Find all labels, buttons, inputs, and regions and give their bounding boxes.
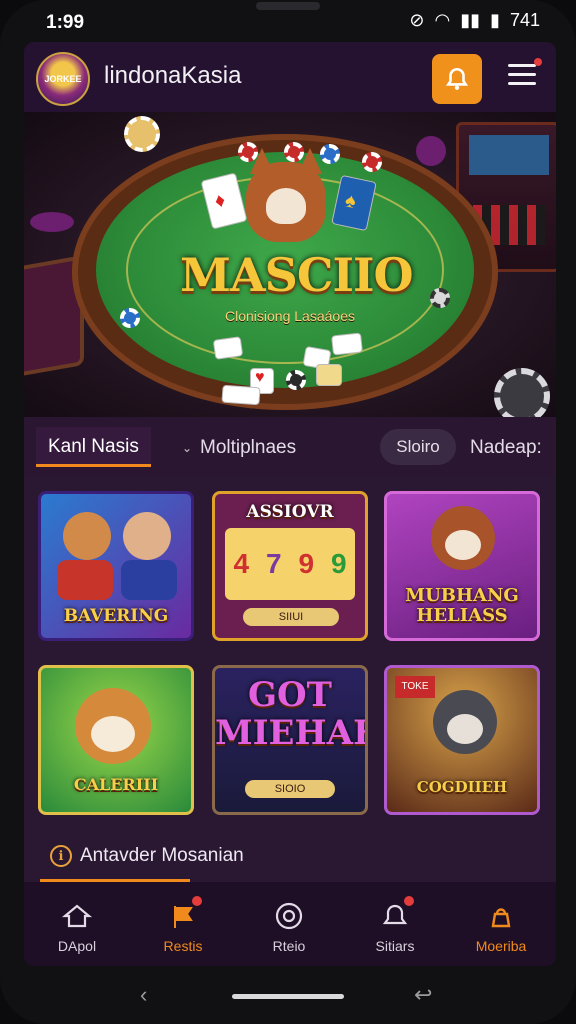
poker-chip — [238, 142, 258, 162]
game-title: COGDIIEH — [416, 778, 508, 796]
floating-chip — [124, 116, 160, 152]
slot-button: SIIUI — [243, 608, 339, 626]
poker-chip — [430, 288, 450, 308]
game-tile-caleriii[interactable]: CALERIII — [38, 665, 194, 815]
nav-label: Restis — [163, 938, 203, 954]
status-time: 1:99 — [46, 12, 85, 33]
large-poker-chip — [494, 368, 550, 417]
logo-text: JORKEE — [44, 74, 82, 84]
game-title: CALERIII — [73, 775, 159, 794]
app-header: JORKEE lindonaKasia — [24, 42, 556, 112]
reel-symbol: 9 — [330, 548, 347, 579]
background-stool — [30, 212, 74, 232]
nav-label: Sitiars — [375, 938, 415, 954]
home-indicator[interactable] — [232, 994, 344, 999]
playing-card — [221, 384, 261, 406]
playing-card — [331, 332, 363, 356]
tab-kanl-nasis[interactable]: Kanl Nasis — [36, 427, 151, 467]
character-art — [121, 560, 177, 600]
game-title: ASSIOVR — [246, 502, 334, 522]
status-bar: 1:99 ⊘ ◠ ▮▮ ▮ 741 — [0, 0, 576, 44]
machine-screen — [469, 135, 549, 175]
nav-item-rteio[interactable]: Rteio — [236, 882, 342, 966]
tab-sloiro[interactable]: Sloiro — [380, 429, 456, 465]
nav-label: Rteio — [272, 938, 306, 954]
tab-nadeap[interactable]: Nadeap: — [470, 437, 542, 459]
nav-label: DApol — [57, 938, 97, 954]
game-badge: TOKE — [395, 676, 435, 698]
game-tile-mubhang-heliass[interactable]: MUBHANG HELIASS — [384, 491, 540, 641]
status-icons: ⊘ ◠ ▮▮ ▮ 741 — [409, 10, 540, 31]
poker-chip — [286, 370, 306, 390]
character-art — [63, 512, 111, 560]
app-screen: JORKEE lindonaKasia ♦ ♠ MASCIIO Clonisio… — [24, 42, 556, 966]
section-header[interactable]: ℹ Antavder Mosanian — [24, 817, 556, 882]
info-icon: ℹ — [50, 845, 72, 867]
nav-item-restis[interactable]: Restis — [130, 882, 236, 966]
recents-icon[interactable]: ↩ — [414, 982, 432, 1008]
category-tabs: Kanl Nasis ⌄ Moltiplnaes Sloiro Nadeap: — [24, 417, 556, 477]
play-button: SIOIO — [245, 780, 335, 798]
menu-line — [508, 73, 536, 76]
menu-notification-dot — [534, 58, 542, 66]
playing-card — [316, 364, 342, 386]
nav-label: Moeriba — [475, 938, 527, 954]
alarm-icon: ⊘ — [409, 10, 425, 30]
wolf-face — [447, 714, 483, 744]
app-logo[interactable]: JORKEE — [36, 52, 90, 106]
fox-face — [91, 716, 135, 752]
reel-symbol: 7 — [265, 548, 282, 579]
bell-icon — [445, 67, 469, 90]
section-title: Antavder Mosanian — [80, 845, 244, 866]
chevron-down-icon[interactable]: ⌄ — [182, 441, 192, 455]
home-icon — [61, 904, 93, 928]
nav-item-sitiars[interactable]: Sitiars — [342, 882, 448, 966]
game-title: BAVERING — [63, 606, 169, 626]
app-title: lindonaKasia — [104, 62, 242, 89]
game-grid: BAVERING ASSIOVR 4 7 9 9 SIIUI MUBHANG H… — [24, 477, 556, 817]
game-tile-assiovr[interactable]: ASSIOVR 4 7 9 9 SIIUI — [212, 491, 368, 641]
back-icon[interactable]: ‹ — [140, 982, 147, 1008]
game-tile-got-miehakk[interactable]: GOT MIEHAKK SIOIO — [212, 665, 368, 815]
signal-icon: ▮▮ — [460, 10, 481, 30]
nav-item-dapol[interactable]: DApol — [24, 882, 130, 966]
reel-symbol: 9 — [298, 548, 315, 579]
bottom-nav: DApol Restis Rteio Sitiars Moeriba — [24, 882, 556, 966]
menu-line — [508, 64, 536, 67]
status-battery-text: 741 — [509, 10, 540, 30]
hero-subtitle: Clonisiong Lasaáoes — [225, 308, 355, 324]
nav-notification-dot — [192, 896, 202, 906]
battery-icon: ▮ — [490, 10, 500, 30]
game-tile-cogdiieh[interactable]: TOKE COGDIIEH — [384, 665, 540, 815]
character-art — [123, 512, 171, 560]
menu-button[interactable] — [508, 58, 542, 90]
nav-item-moeriba[interactable]: Moeriba — [448, 882, 554, 966]
dog-mascot — [246, 148, 326, 242]
nav-notification-dot — [404, 896, 414, 906]
dog-face — [445, 530, 481, 560]
hero-banner[interactable]: ♦ ♠ MASCIIO Clonisiong Lasaáoes ♥ — [24, 112, 556, 417]
game-title: GOT MIEHAKK — [215, 675, 365, 753]
poker-chip — [120, 308, 140, 328]
poker-chip — [362, 152, 382, 172]
playing-card — [212, 336, 244, 360]
character-art — [57, 560, 113, 600]
background-stool — [416, 136, 446, 166]
notifications-button[interactable] — [432, 54, 482, 104]
game-title: MUBHANG HELIASS — [405, 585, 519, 626]
wifi-icon: ◠ — [434, 10, 451, 30]
bag-icon — [491, 908, 511, 928]
hero-title: MASCIIO — [180, 248, 414, 302]
poker-chip — [320, 144, 340, 164]
mascot-face — [266, 188, 306, 224]
speaker-notch — [256, 2, 320, 10]
phone-frame: 1:99 ⊘ ◠ ▮▮ ▮ 741 JORKEE lindonaKasia ♦ … — [0, 0, 576, 1024]
menu-line — [508, 82, 536, 85]
target-icon — [275, 902, 303, 930]
game-tile-bavering[interactable]: BAVERING — [38, 491, 194, 641]
poker-chip — [284, 142, 304, 162]
tab-moltiplnaes[interactable]: Moltiplnaes — [200, 437, 296, 459]
reel-symbol: 4 — [233, 548, 250, 579]
slot-reels: 4 7 9 9 — [225, 528, 355, 600]
